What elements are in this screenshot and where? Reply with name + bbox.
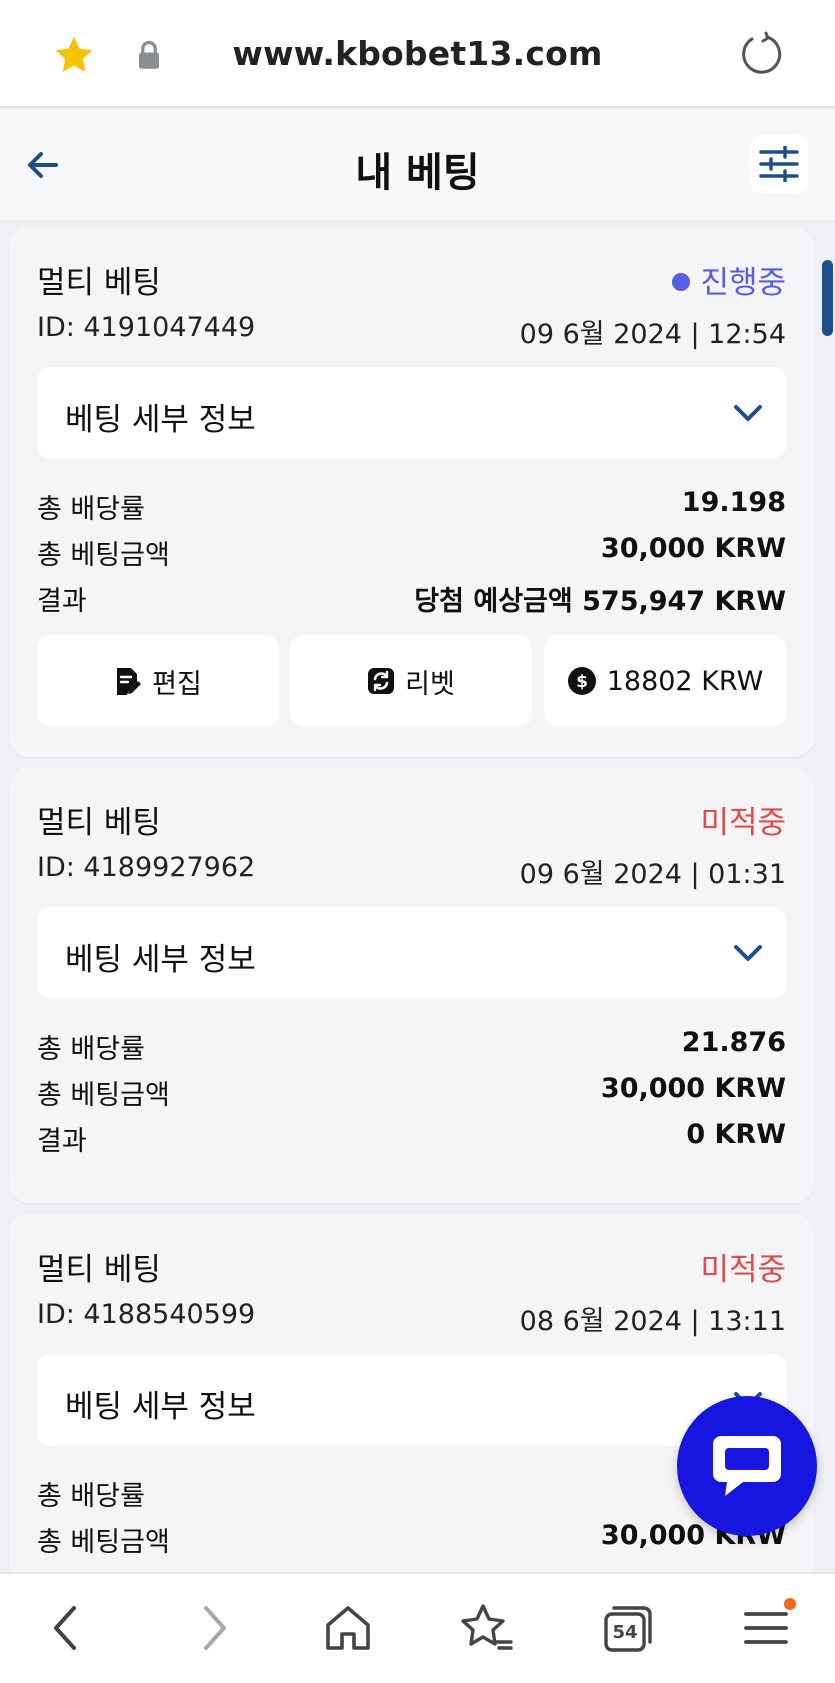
result-label: 결과 bbox=[37, 586, 87, 617]
bet-detail-label: 베팅 세부 정보 bbox=[65, 402, 256, 438]
cashout-button[interactable]: $ 18802 KRW bbox=[544, 635, 786, 727]
odds-row: 총 배당률 bbox=[37, 1474, 786, 1514]
bet-actions: 편집 리벳 $ 18802 KRW bbox=[37, 635, 786, 727]
cashout-label: 18802 KRW bbox=[606, 665, 764, 697]
result-row: 결과 0 KRW bbox=[37, 1119, 786, 1159]
chat-button[interactable] bbox=[677, 1396, 817, 1536]
result-value: 0 KRW bbox=[686, 1119, 786, 1150]
status-badge: 미적중 bbox=[700, 1252, 786, 1288]
browser-bottom-nav: 54 bbox=[0, 1572, 835, 1683]
result-row: 결과 당첨 예상금액 575,947 KRW bbox=[37, 579, 786, 619]
edit-label: 편집 bbox=[152, 668, 202, 700]
bet-type: 멀티 베팅 bbox=[37, 265, 161, 301]
rebet-icon bbox=[368, 668, 395, 694]
status-badge: 진행중 bbox=[672, 257, 786, 302]
odds-label: 총 배당률 bbox=[37, 1481, 145, 1512]
chevron-down-icon bbox=[734, 945, 762, 961]
stake-label: 총 베팅금액 bbox=[37, 1527, 170, 1558]
bookmarks-icon[interactable] bbox=[457, 1598, 517, 1658]
odds-row: 총 배당률 21.876 bbox=[37, 1027, 786, 1067]
bet-date: 08 6월 2024 | 13:11 bbox=[519, 1306, 786, 1337]
home-icon[interactable] bbox=[318, 1598, 378, 1658]
page-title: 내 베팅 bbox=[355, 150, 480, 196]
nav-back-icon[interactable] bbox=[38, 1598, 98, 1658]
chevron-down-icon bbox=[734, 405, 762, 421]
bet-detail-label: 베팅 세부 정보 bbox=[65, 1389, 256, 1425]
stake-row: 총 베팅금액 30,000 KRW bbox=[37, 1073, 786, 1113]
odds-label: 총 배당률 bbox=[37, 494, 145, 525]
bet-date: 09 6월 2024 | 01:31 bbox=[519, 859, 786, 890]
rebet-button[interactable]: 리벳 bbox=[290, 635, 532, 727]
tabs-button[interactable]: 54 bbox=[598, 1598, 658, 1658]
bet-detail-label: 베팅 세부 정보 bbox=[65, 942, 256, 978]
odds-row: 총 배당률 19.198 bbox=[37, 487, 786, 527]
stake-label: 총 베팅금액 bbox=[37, 1080, 170, 1111]
edit-doc-icon bbox=[117, 668, 142, 695]
odds-value: 19.198 bbox=[681, 487, 786, 518]
tabs-count: 54 bbox=[612, 1622, 638, 1643]
stake-value: 30,000 KRW bbox=[600, 1073, 786, 1104]
result-label: 결과 bbox=[37, 1126, 87, 1157]
bet-detail-toggle[interactable]: 베팅 세부 정보 bbox=[37, 1354, 786, 1446]
reload-icon[interactable] bbox=[738, 30, 786, 78]
bet-id: ID: 4188540599 bbox=[37, 1299, 256, 1330]
bet-type: 멀티 베팅 bbox=[37, 1252, 161, 1288]
bet-card: 멀티 베팅 미적중 ID: 4189927962 09 6월 2024 | 01… bbox=[9, 767, 814, 1203]
odds-label: 총 배당률 bbox=[37, 1034, 145, 1065]
odds-value: 21.876 bbox=[681, 1027, 786, 1058]
bet-id: ID: 4189927962 bbox=[37, 852, 256, 883]
rebet-label: 리벳 bbox=[405, 668, 455, 700]
result-value: 당첨 예상금액 575,947 KRW bbox=[414, 586, 786, 617]
bet-card: 멀티 베팅 진행중 ID: 4191047449 09 6월 2024 | 12… bbox=[9, 227, 814, 757]
nav-forward-icon[interactable] bbox=[182, 1598, 242, 1658]
stake-row: 총 베팅금액 30,000 KRW bbox=[37, 1520, 786, 1560]
filter-button[interactable] bbox=[750, 135, 808, 193]
status-text: 진행중 bbox=[700, 265, 786, 301]
filter-icon bbox=[759, 146, 799, 182]
bet-type: 멀티 베팅 bbox=[37, 805, 161, 841]
bet-detail-toggle[interactable]: 베팅 세부 정보 bbox=[37, 367, 786, 459]
bets-list[interactable]: 멀티 베팅 진행중 ID: 4191047449 09 6월 2024 | 12… bbox=[0, 220, 835, 1572]
status-dot-icon bbox=[672, 272, 691, 291]
menu-icon[interactable] bbox=[736, 1598, 796, 1658]
page-header: 내 베팅 bbox=[0, 110, 835, 220]
bet-id: ID: 4191047449 bbox=[37, 312, 256, 343]
stake-row: 총 베팅금액 30,000 KRW bbox=[37, 533, 786, 573]
address-url[interactable]: www.kbobet13.com bbox=[0, 34, 835, 73]
svg-text:$: $ bbox=[576, 672, 588, 692]
chat-icon bbox=[713, 1436, 781, 1496]
status-badge: 미적중 bbox=[700, 805, 786, 841]
edit-button[interactable]: 편집 bbox=[37, 635, 279, 727]
bet-date: 09 6월 2024 | 12:54 bbox=[519, 319, 786, 350]
stake-label: 총 베팅금액 bbox=[37, 540, 170, 571]
bet-detail-toggle[interactable]: 베팅 세부 정보 bbox=[37, 907, 786, 999]
bet-card: 멀티 베팅 미적중 ID: 4188540599 08 6월 2024 | 13… bbox=[9, 1214, 814, 1572]
dollar-icon: $ bbox=[567, 667, 596, 695]
stake-value: 30,000 KRW bbox=[600, 533, 786, 564]
browser-url-bar: www.kbobet13.com bbox=[0, 0, 835, 108]
scrollbar-thumb[interactable] bbox=[822, 260, 833, 336]
